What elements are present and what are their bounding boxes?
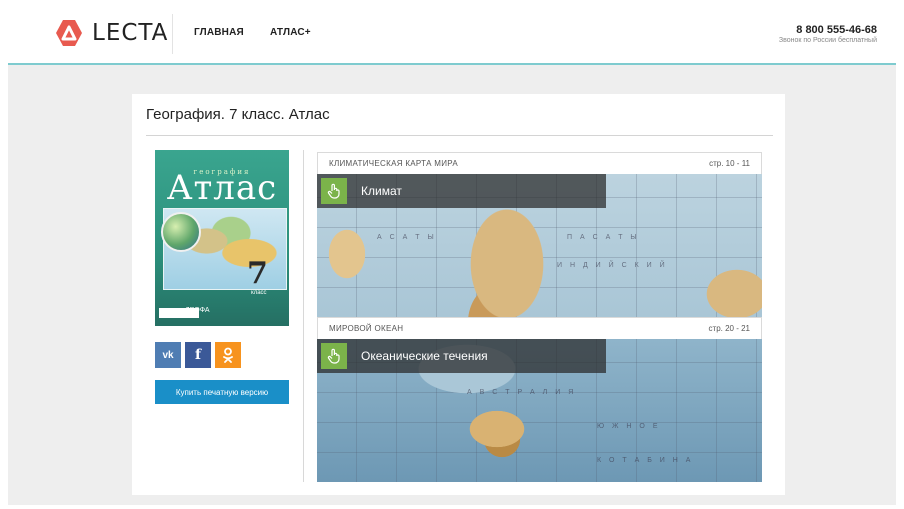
map-topic-currents[interactable]: Океанические течения bbox=[317, 339, 606, 373]
publisher-name: ДРОФА bbox=[185, 307, 210, 314]
phone-number[interactable]: 8 800 555-46-68 bbox=[779, 24, 877, 36]
cover-grade: 7 bbox=[247, 256, 268, 291]
title-divider bbox=[146, 135, 773, 136]
column-divider bbox=[303, 150, 304, 482]
section-pages: стр. 10 - 11 bbox=[709, 159, 750, 168]
cover-grade-word: класс bbox=[251, 290, 267, 296]
map-topic-label: Климат bbox=[361, 184, 402, 198]
vk-icon[interactable]: vk bbox=[155, 342, 181, 368]
facebook-icon[interactable]: f bbox=[185, 342, 211, 368]
site-header: LECTA ГЛАВНАЯ АТЛАС+ 8 800 555-46-68 Зво… bbox=[8, 4, 896, 65]
section-ocean: МИРОВОЙ ОКЕАН стр. 20 - 21 А В С Т Р А Л… bbox=[317, 317, 762, 482]
social-share: vk f bbox=[155, 342, 241, 368]
map-topic-label: Океанические течения bbox=[361, 349, 488, 363]
section-header: КЛИМАТИЧЕСКАЯ КАРТА МИРА стр. 10 - 11 bbox=[317, 152, 762, 174]
page-frame: LECTA ГЛАВНАЯ АТЛАС+ 8 800 555-46-68 Зво… bbox=[8, 4, 896, 505]
buy-print-button[interactable]: Купить печатную версию bbox=[155, 380, 289, 404]
logo-text: LECTA bbox=[92, 20, 169, 46]
hand-pointer-icon bbox=[321, 178, 347, 204]
logo[interactable]: LECTA bbox=[54, 18, 168, 48]
lecta-logo-icon bbox=[56, 20, 82, 46]
nav-atlas-plus[interactable]: АТЛАС+ bbox=[270, 27, 311, 38]
phone-note: Звонок по России бесплатный bbox=[778, 37, 877, 44]
section-name: МИРОВОЙ ОКЕАН bbox=[329, 324, 404, 333]
book-cover[interactable]: география Атлас 7 класс ДРОФА bbox=[155, 150, 289, 326]
atlas-card: География. 7 класс. Атлас география Атла… bbox=[132, 94, 785, 495]
header-divider bbox=[172, 14, 173, 54]
map-topic-climate[interactable]: Климат bbox=[317, 174, 606, 208]
hand-pointer-icon bbox=[321, 343, 347, 369]
phone-block: 8 800 555-46-68 Звонок по России бесплат… bbox=[779, 24, 877, 44]
section-name: КЛИМАТИЧЕСКАЯ КАРТА МИРА bbox=[329, 159, 459, 168]
section-pages: стр. 20 - 21 bbox=[708, 324, 750, 333]
cover-title: Атлас bbox=[166, 168, 278, 208]
ocean-map-image[interactable]: А В С Т Р А Л И Я Ю Ж Н О Е К О Т А Б И … bbox=[317, 339, 762, 482]
globe-icon bbox=[161, 212, 201, 252]
climate-map-image[interactable]: А С А Т Ы П А С А Т Ы И Н Д И Й С К И Й … bbox=[317, 174, 762, 317]
section-header: МИРОВОЙ ОКЕАН стр. 20 - 21 bbox=[317, 317, 762, 339]
odnoklassniki-icon[interactable] bbox=[215, 342, 241, 368]
page-title: География. 7 класс. Атлас bbox=[146, 106, 330, 123]
section-climate: КЛИМАТИЧЕСКАЯ КАРТА МИРА стр. 10 - 11 А … bbox=[317, 152, 762, 317]
nav-home[interactable]: ГЛАВНАЯ bbox=[194, 27, 244, 38]
